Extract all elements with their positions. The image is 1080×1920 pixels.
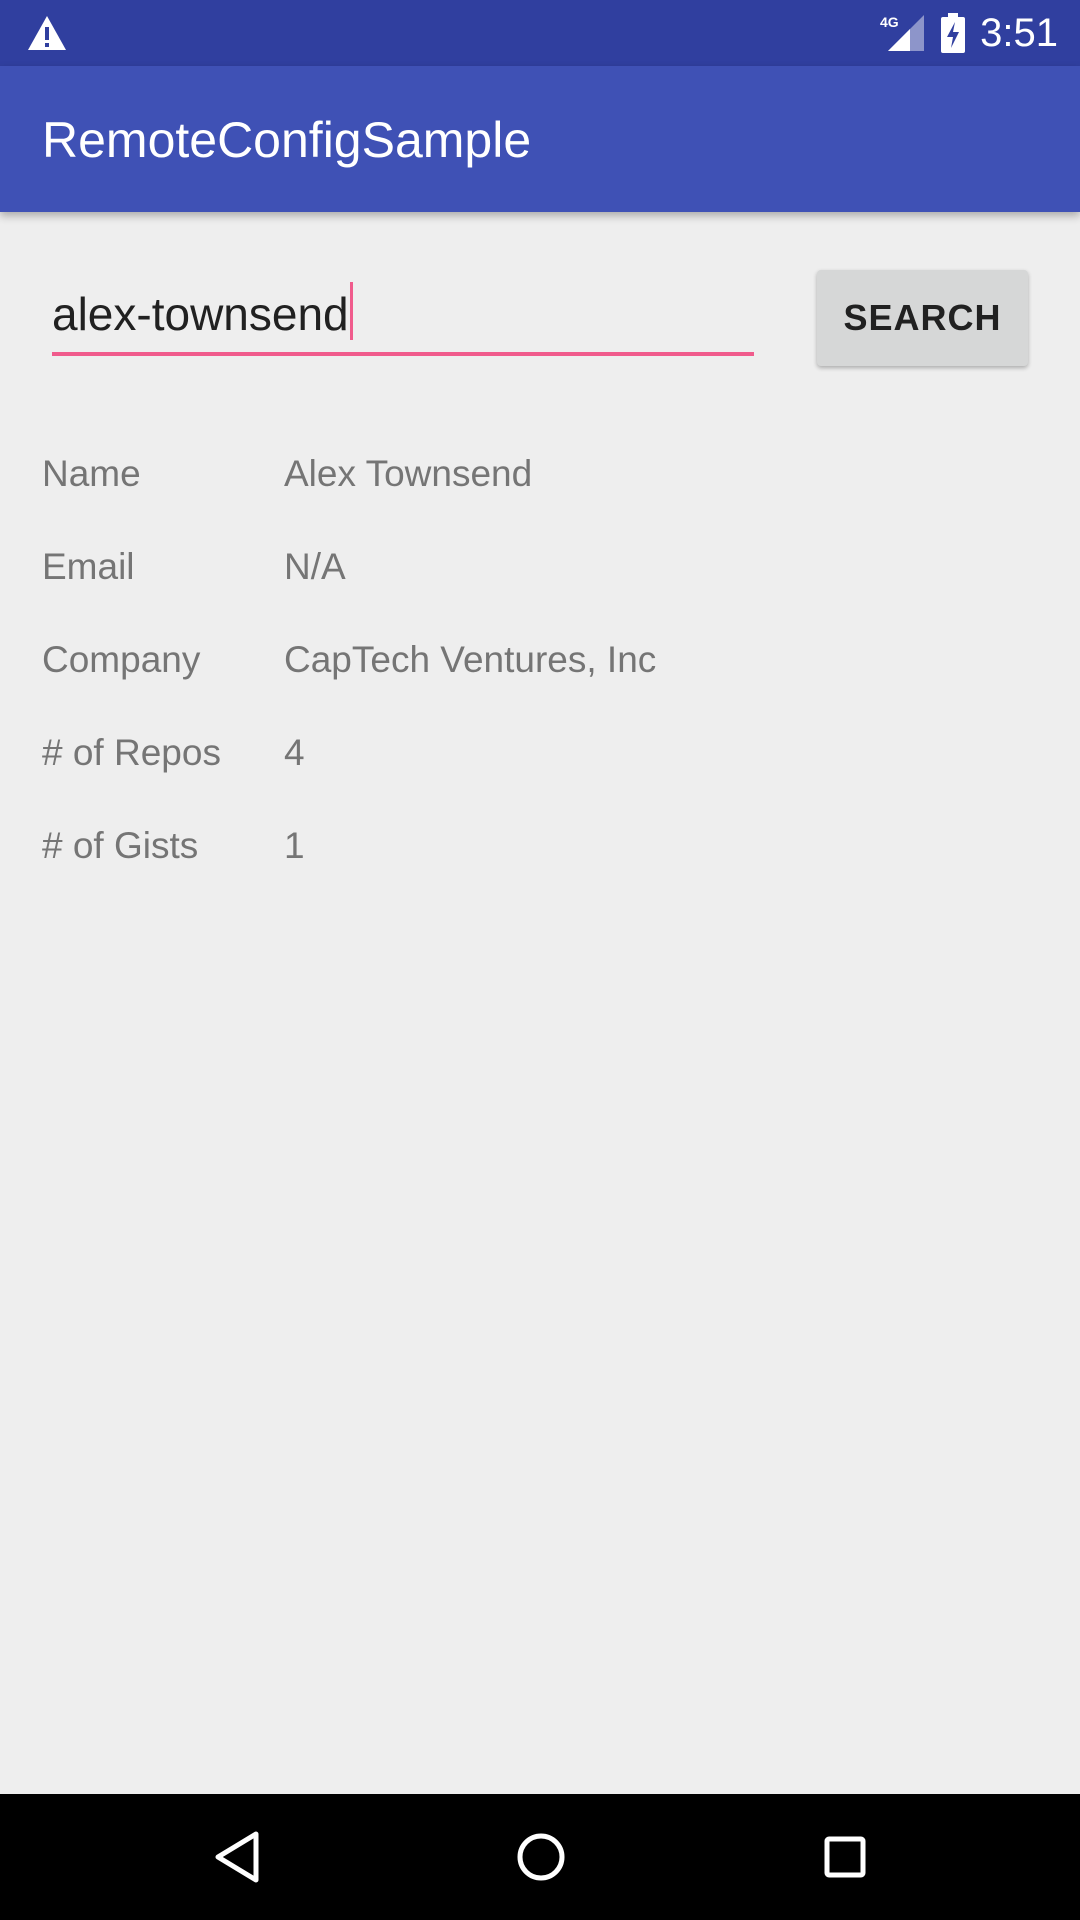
info-row-gists: # of Gists 1 xyxy=(42,824,1038,917)
info-label: Name xyxy=(42,453,141,494)
profile-info: Name Alex Townsend Email N/A Company Cap… xyxy=(42,452,1038,917)
info-label: Email xyxy=(42,546,135,587)
search-input[interactable]: alex-townsend xyxy=(52,272,754,356)
navigation-bar xyxy=(0,1794,1080,1920)
info-row-name: Name Alex Townsend xyxy=(42,452,1038,545)
battery-charging-icon xyxy=(940,13,966,53)
signal-icon: 4G xyxy=(880,13,926,53)
back-icon xyxy=(215,1831,259,1883)
info-label: # of Gists xyxy=(42,825,199,866)
text-cursor xyxy=(349,282,353,340)
info-label: # of Repos xyxy=(42,732,221,773)
info-row-email: Email N/A xyxy=(42,545,1038,638)
info-row-repos: # of Repos 4 xyxy=(42,731,1038,824)
info-label: Company xyxy=(42,639,201,680)
network-label: 4G xyxy=(880,14,899,30)
info-row-company: Company CapTech Ventures, Inc xyxy=(42,638,1038,731)
home-button[interactable] xyxy=(508,1824,574,1890)
search-button-label: SEARCH xyxy=(843,297,1002,338)
app-bar: RemoteConfigSample xyxy=(0,66,1080,212)
info-value: 4 xyxy=(284,732,305,773)
info-value: N/A xyxy=(284,546,346,587)
status-icons: 4G 3:51 xyxy=(880,0,1058,66)
status-time: 3:51 xyxy=(980,11,1058,55)
main-content: alex-townsend SEARCH Name Alex Townsend … xyxy=(0,212,1080,1794)
home-icon xyxy=(517,1833,565,1881)
info-value: CapTech Ventures, Inc xyxy=(284,639,657,680)
search-input-value: alex-townsend xyxy=(52,288,349,340)
back-button[interactable] xyxy=(204,1824,270,1890)
recents-icon xyxy=(824,1836,866,1878)
info-value: Alex Townsend xyxy=(284,453,533,494)
app-title: RemoteConfigSample xyxy=(42,112,532,168)
info-value: 1 xyxy=(284,825,305,866)
warning-icon xyxy=(26,14,68,52)
recents-button[interactable] xyxy=(812,1824,878,1890)
status-bar: 4G 3:51 xyxy=(0,0,1080,66)
search-button[interactable]: SEARCH xyxy=(817,270,1028,366)
